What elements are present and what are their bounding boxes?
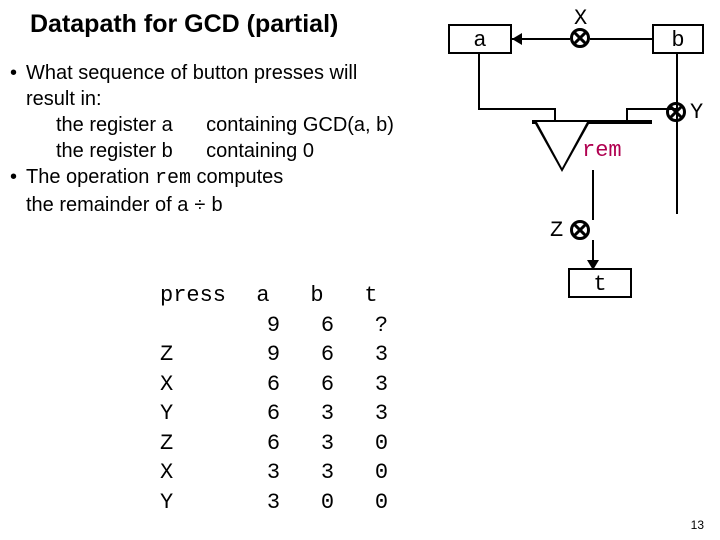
table-row: 96?	[160, 312, 406, 340]
c: 0	[354, 489, 406, 517]
c: Z	[160, 341, 244, 369]
c: 0	[300, 489, 352, 517]
table-row: Y300	[160, 489, 406, 517]
table-row: X663	[160, 371, 406, 399]
c: 3	[354, 371, 406, 399]
c: 3	[354, 341, 406, 369]
wire	[478, 54, 480, 108]
txt: The operation	[26, 166, 155, 188]
datapath-diagram: a b t rem X Y Z	[446, 8, 706, 318]
arrow-icon	[512, 33, 522, 45]
c: 6	[246, 400, 298, 428]
rem-label: rem	[582, 138, 622, 163]
c: 0	[354, 430, 406, 458]
register-a: a	[448, 24, 512, 54]
bullet-2-line1: The operation rem computes	[8, 164, 448, 192]
c: 3	[354, 400, 406, 428]
txt: the register b	[56, 140, 173, 162]
arrow-icon	[587, 260, 599, 270]
c: 9	[246, 341, 298, 369]
wire	[592, 170, 594, 220]
bullet-1-sub1: the register a containing GCD(a, b)	[8, 112, 448, 138]
th-b: b	[300, 282, 352, 310]
c: Y	[160, 489, 244, 517]
register-b: b	[652, 24, 704, 54]
page-number: 13	[691, 518, 704, 532]
wire	[626, 108, 628, 122]
c: 3	[246, 459, 298, 487]
wire	[626, 108, 678, 110]
table-row: X330	[160, 459, 406, 487]
page-title: Datapath for GCD (partial)	[30, 10, 338, 39]
register-t: t	[568, 268, 632, 298]
c: 6	[300, 312, 352, 340]
c: X	[160, 371, 244, 399]
table-row: Z963	[160, 341, 406, 369]
c: X	[160, 459, 244, 487]
c: 3	[300, 400, 352, 428]
bullet-1-sub2: the register b containing 0	[8, 138, 448, 164]
c: 9	[246, 312, 298, 340]
c: Y	[160, 400, 244, 428]
c: 3	[300, 459, 352, 487]
txt: containing 0	[206, 140, 314, 162]
bullet-1-line1: What sequence of button presses will	[8, 60, 448, 86]
z-label: Z	[550, 218, 563, 243]
button-z-icon[interactable]	[570, 220, 590, 240]
c: 3	[246, 489, 298, 517]
txt: containing GCD(a, b)	[206, 114, 394, 136]
txt: b	[211, 194, 222, 216]
txt: the register a	[56, 114, 173, 136]
c: 3	[300, 430, 352, 458]
c: 6	[246, 430, 298, 458]
wire	[590, 38, 652, 40]
table-row: Z630	[160, 430, 406, 458]
c: Z	[160, 430, 244, 458]
bullet-1-line2: result in:	[8, 86, 448, 112]
wire	[554, 108, 556, 122]
c: 6	[246, 371, 298, 399]
trace-table: press a b t 96? Z963 X663 Y633 Z630 X330…	[158, 280, 408, 518]
c: 6	[300, 341, 352, 369]
txt: computes	[191, 166, 283, 188]
bullet-list: What sequence of button presses will res…	[8, 60, 448, 220]
th-t: t	[354, 282, 406, 310]
y-label: Y	[690, 100, 703, 125]
table-header: press a b t	[160, 282, 406, 310]
c	[160, 312, 244, 340]
c: 0	[354, 459, 406, 487]
bullet-2-line2: the remainder of a ÷ b	[8, 192, 448, 220]
th-press: press	[160, 282, 244, 310]
c: ?	[354, 312, 406, 340]
alu-icon-fill	[537, 122, 587, 168]
divide-symbol: ÷	[194, 195, 206, 218]
button-x-icon[interactable]	[570, 28, 590, 48]
txt: the remainder of a	[26, 194, 188, 216]
wire	[676, 54, 678, 214]
table-row: Y633	[160, 400, 406, 428]
code-rem: rem	[155, 167, 191, 190]
c: 6	[300, 371, 352, 399]
wire	[478, 108, 556, 110]
th-a: a	[246, 282, 298, 310]
